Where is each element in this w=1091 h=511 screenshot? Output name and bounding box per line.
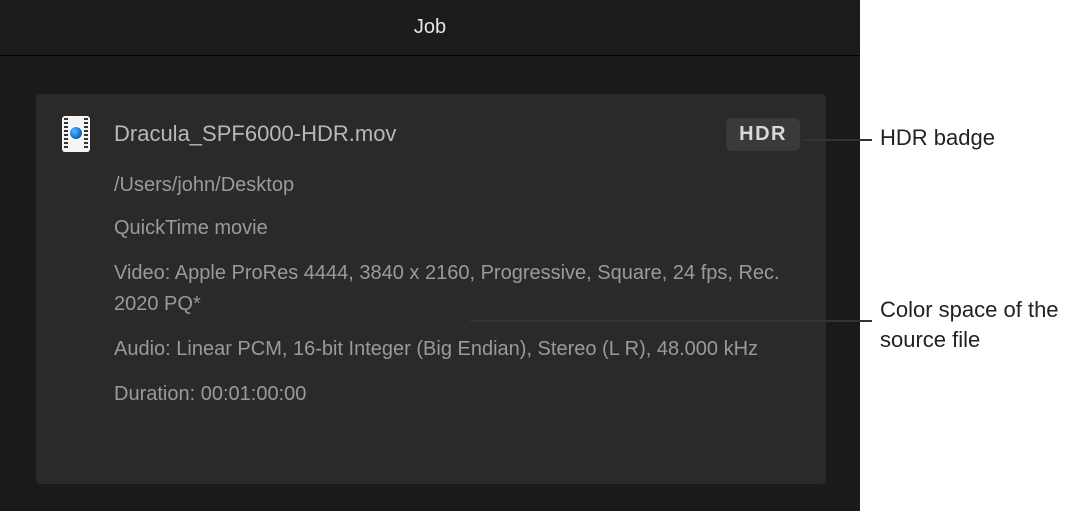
window-title: Job [414, 16, 446, 39]
file-path: /Users/john/Desktop [114, 170, 794, 201]
file-name: Dracula_SPF6000-HDR.mov [114, 121, 702, 147]
annotation-colorspace: Color space of the source file [880, 295, 1080, 354]
callout-line-hdr [802, 139, 872, 141]
file-row: Dracula_SPF6000-HDR.mov HDR [62, 116, 800, 152]
callout-line-colorspace [470, 320, 872, 322]
job-metadata: /Users/john/Desktop QuickTime movie Vide… [114, 170, 800, 410]
duration-info: Duration: 00:01:00:00 [114, 379, 794, 410]
job-card[interactable]: Dracula_SPF6000-HDR.mov HDR /Users/john/… [36, 94, 826, 484]
container-format: QuickTime movie [114, 213, 794, 244]
job-inspector-window: Job Dracula_SPF6000-HDR.mov HDR /Users/j… [0, 0, 860, 511]
video-info: Video: Apple ProRes 4444, 3840 x 2160, P… [114, 258, 794, 320]
audio-info: Audio: Linear PCM, 16-bit Integer (Big E… [114, 334, 794, 365]
titlebar: Job [0, 0, 860, 56]
hdr-badge: HDR [726, 118, 800, 151]
annotation-hdr-badge: HDR badge [880, 123, 995, 153]
movie-file-icon [62, 116, 90, 152]
